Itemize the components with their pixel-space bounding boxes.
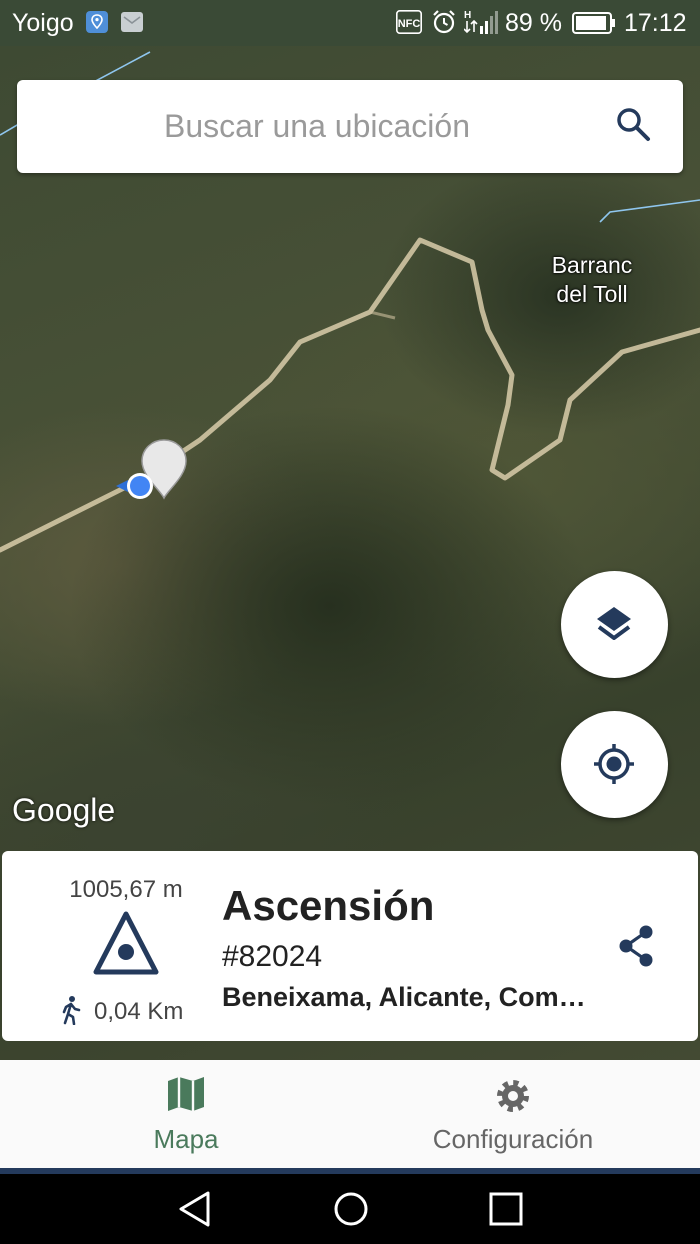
- nav-item-map[interactable]: Mapa: [86, 1060, 286, 1168]
- alarm-icon: [431, 9, 457, 42]
- nfc-icon: NFC: [396, 10, 422, 41]
- peak-location: Beneixama, Alicante, Comunidad Valencian…: [222, 982, 588, 1012]
- clock: 17:12: [624, 9, 687, 37]
- current-location-icon: [116, 473, 153, 499]
- search-icon[interactable]: [615, 106, 651, 142]
- nav-label-map: Mapa: [153, 1124, 219, 1154]
- share-icon[interactable]: [616, 924, 656, 968]
- home-icon[interactable]: [332, 1190, 370, 1228]
- gear-icon: [497, 1080, 529, 1112]
- my-location-icon: [594, 744, 634, 784]
- search-input[interactable]: [17, 80, 617, 173]
- nav-label-settings: Configuración: [432, 1124, 594, 1154]
- layers-icon: [597, 607, 631, 640]
- search-bar[interactable]: [17, 80, 683, 173]
- carrier-name: Yoigo: [12, 9, 74, 37]
- map-icon: [168, 1077, 204, 1111]
- location-app-icon: [86, 11, 108, 40]
- recents-icon[interactable]: [488, 1190, 524, 1228]
- walking-person-icon: [62, 996, 81, 1025]
- layers-button[interactable]: [561, 571, 668, 678]
- status-bar: Yoigo NFC H 89 % 17:12: [0, 0, 700, 46]
- map-place-label: Barranc del Toll: [551, 252, 633, 307]
- back-icon[interactable]: [176, 1190, 212, 1228]
- system-navigation-bar: [0, 1174, 700, 1244]
- bottom-navigation: Mapa Configuración: [0, 1060, 700, 1168]
- battery-percent: 89 %: [505, 9, 562, 37]
- altitude-value: 1005,67 m: [69, 876, 183, 903]
- peak-name: Ascensión: [222, 882, 435, 929]
- distance-value: 0,04 Km: [94, 998, 184, 1025]
- summit-triangle-icon: [93, 911, 159, 975]
- peak-id: #82024: [222, 940, 323, 973]
- google-attribution: Google: [12, 792, 116, 828]
- nfc-label: NFC: [398, 18, 421, 30]
- nav-item-settings[interactable]: Configuración: [400, 1060, 626, 1168]
- battery-icon: [572, 12, 616, 41]
- svg-text:H: H: [464, 10, 471, 21]
- my-location-button[interactable]: [561, 711, 668, 818]
- signal-icon: H: [463, 8, 500, 43]
- message-icon: [121, 11, 143, 40]
